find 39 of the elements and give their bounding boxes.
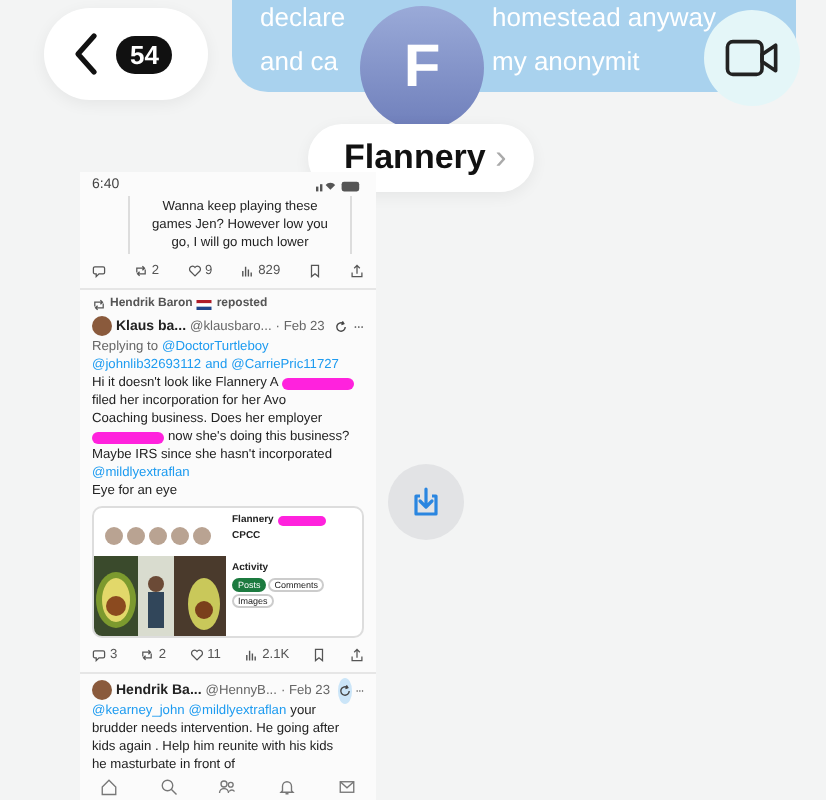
user-avatar[interactable] — [92, 680, 112, 700]
share-icon[interactable] — [349, 647, 364, 661]
user-avatar[interactable] — [92, 316, 112, 336]
refresh-icon — [334, 319, 349, 333]
people-icon[interactable] — [218, 777, 237, 795]
bookmark-icon[interactable] — [308, 263, 323, 277]
save-button[interactable] — [388, 464, 464, 540]
bar-chart-icon[interactable] — [244, 647, 259, 661]
bell-icon[interactable] — [278, 777, 297, 795]
refresh-button[interactable] — [338, 677, 353, 703]
repost-icon — [92, 297, 106, 311]
mail-icon[interactable] — [337, 777, 356, 795]
bookmark-icon[interactable] — [312, 647, 327, 661]
redaction-mark — [92, 431, 164, 443]
download-icon — [410, 486, 442, 518]
share-icon[interactable] — [349, 263, 364, 277]
unread-count: 54 — [116, 35, 173, 73]
back-button[interactable]: 54 — [44, 8, 208, 100]
message-text: homestead anyway — [492, 0, 717, 36]
message-text: my anonymit — [492, 44, 640, 80]
repost-icon[interactable] — [140, 647, 155, 661]
contact-name-button[interactable]: Flannery › — [308, 124, 535, 192]
bar-chart-icon[interactable] — [240, 263, 255, 277]
heart-icon[interactable] — [187, 263, 202, 277]
speech-bubble-icon[interactable] — [92, 263, 106, 277]
message-text: and ca — [260, 44, 341, 80]
speech-bubble-icon[interactable] — [92, 647, 106, 661]
redaction-mark — [277, 515, 326, 525]
flag-icon — [196, 299, 213, 309]
search-icon[interactable] — [159, 777, 178, 795]
back-icon — [72, 32, 100, 76]
refresh-icon — [338, 683, 353, 697]
home-icon[interactable] — [100, 777, 119, 795]
redaction-mark — [282, 377, 355, 389]
repost-icon[interactable] — [133, 263, 148, 277]
heart-icon[interactable] — [189, 647, 204, 661]
message-text: declare — [260, 0, 348, 36]
video-camera-icon — [724, 38, 780, 78]
status-icons-drawing — [316, 177, 364, 191]
